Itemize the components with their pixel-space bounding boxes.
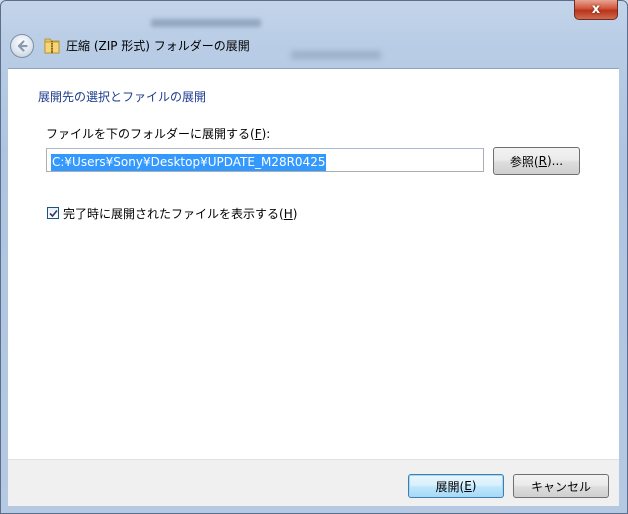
show-files-checkbox[interactable] [47, 207, 59, 219]
glass-background-blur [151, 19, 261, 27]
window-title: 圧縮 (ZIP 形式) フォルダーの展開 [66, 39, 250, 53]
browse-button[interactable]: 参照(R)... [493, 147, 580, 175]
destination-value-selected: C:¥Users¥Sony¥Desktop¥UPDATE_M28R0425 [51, 154, 327, 171]
accesskey-h: H [283, 207, 293, 221]
back-button[interactable] [10, 34, 34, 58]
accesskey-e: E [464, 479, 472, 493]
close-button[interactable]: x [574, 0, 618, 20]
zip-folder-icon [44, 38, 60, 54]
destination-input[interactable]: C:¥Users¥Sony¥Desktop¥UPDATE_M28R0425 [46, 148, 484, 172]
checkmark-icon [48, 209, 58, 217]
back-arrow-icon [17, 40, 28, 52]
show-files-label[interactable]: 完了時に展開されたファイルを表示する(H) [63, 205, 297, 222]
cancel-button[interactable]: キャンセル [513, 474, 609, 498]
glass-background-blur [291, 51, 381, 59]
accesskey-r: R [538, 154, 547, 168]
destination-label: ファイルを下のフォルダーに展開する(F): [46, 127, 271, 141]
close-icon: x [591, 2, 601, 17]
extract-button[interactable]: 展開(E) [408, 474, 504, 498]
accesskey-f: F [254, 127, 262, 141]
main-instruction: 展開先の選択とファイルの展開 [38, 90, 207, 104]
